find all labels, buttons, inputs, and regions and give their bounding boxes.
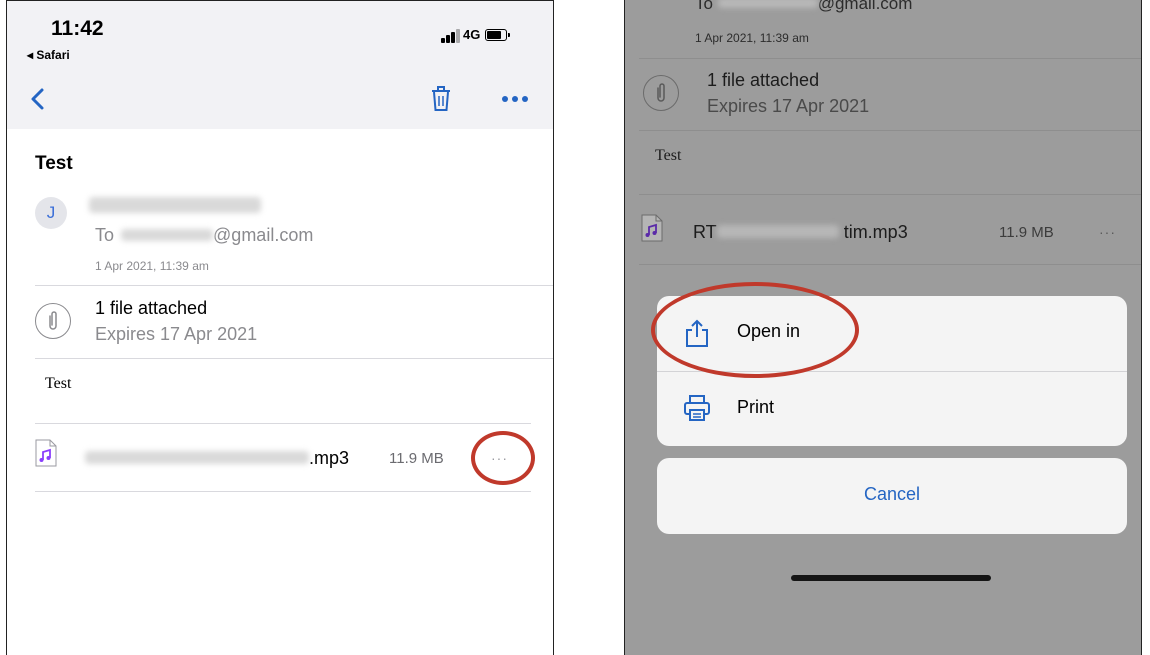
- divider: [639, 58, 1141, 59]
- attachment-expiry: Expires 17 Apr 2021: [95, 324, 258, 344]
- trash-icon: [432, 86, 450, 111]
- attachment-badge: [643, 75, 679, 111]
- to-prefix: To: [95, 225, 115, 245]
- to-prefix: To: [695, 0, 713, 13]
- attachment-expiry: Expires 17 Apr 2021: [707, 96, 870, 116]
- attachment-title: 1 file attached: [707, 70, 820, 90]
- chevron-left-icon: [31, 88, 44, 110]
- trash-button[interactable]: [429, 85, 453, 113]
- back-button[interactable]: [27, 85, 49, 113]
- print-option[interactable]: Print: [657, 372, 1127, 446]
- recipient-redacted: [717, 0, 818, 9]
- file-size: 11.9 MB: [999, 224, 1054, 241]
- divider: [639, 130, 1141, 131]
- attachment-file-name[interactable]: RT tim.mp3: [693, 222, 908, 243]
- divider: [639, 264, 1141, 265]
- file-extension: .mp3: [309, 448, 350, 468]
- email-date: 1 Apr 2021, 11:39 am: [695, 31, 809, 45]
- battery-icon: [485, 29, 510, 41]
- ellipsis-icon: [502, 96, 528, 102]
- attachment-title: 1 file attached: [95, 298, 208, 318]
- audio-file-icon[interactable]: [35, 439, 57, 467]
- file-name-start: RT: [693, 222, 717, 242]
- audio-file-icon[interactable]: [641, 214, 663, 242]
- more-options-button[interactable]: [497, 89, 533, 109]
- file-name-redacted: [716, 225, 839, 239]
- file-name-redacted: [85, 451, 309, 465]
- file-size: 11.9 MB: [389, 450, 444, 467]
- sender-name-redacted[interactable]: [89, 197, 261, 213]
- printer-icon: [684, 395, 710, 421]
- network-label: 4G: [463, 27, 481, 42]
- highlight-ring: [651, 282, 859, 378]
- recipient-domain: @gmail.com: [213, 225, 314, 245]
- cancel-button[interactable]: Cancel: [657, 458, 1127, 534]
- attachment-file-name[interactable]: .mp3: [85, 448, 349, 469]
- file-name-end: tim.mp3: [843, 222, 908, 242]
- mail-screen: 11:42 ◂ Safari 4G Test J To @gmail.com 1…: [6, 0, 554, 655]
- divider: [35, 423, 531, 424]
- status-time: 11:42: [51, 17, 104, 40]
- paperclip-icon: [657, 83, 665, 102]
- divider: [35, 285, 553, 286]
- attachment-badge: [35, 303, 71, 339]
- recipient-line: To @gmail.com: [695, 0, 912, 14]
- status-and-nav-bar: 11:42 ◂ Safari 4G: [7, 1, 553, 129]
- email-body: Test: [45, 375, 72, 392]
- back-to-app-link[interactable]: ◂ Safari: [27, 48, 70, 62]
- email-subject: Test: [35, 153, 73, 174]
- divider: [35, 358, 553, 359]
- paperclip-icon: [49, 311, 57, 330]
- signal-icon: [441, 29, 460, 43]
- music-note-icon: [35, 439, 57, 467]
- divider: [35, 491, 531, 492]
- divider: [639, 194, 1141, 195]
- back-app-label: Safari: [36, 48, 70, 62]
- email-date: 1 Apr 2021, 11:39 am: [95, 259, 209, 273]
- email-body: Test: [655, 147, 682, 164]
- sender-avatar[interactable]: J: [35, 197, 67, 229]
- print-label: Print: [737, 397, 775, 417]
- recipient-domain: @gmail.com: [817, 0, 913, 13]
- music-note-icon: [641, 214, 663, 242]
- recipient-redacted: [121, 228, 214, 241]
- cancel-label: Cancel: [863, 484, 921, 504]
- home-indicator: [791, 575, 991, 581]
- action-sheet-screen: To @gmail.com 1 Apr 2021, 11:39 am 1 fil…: [624, 0, 1142, 655]
- recipient-line: To @gmail.com: [95, 225, 313, 246]
- highlight-ring: [471, 431, 535, 485]
- file-more-button[interactable]: ···: [1099, 224, 1116, 240]
